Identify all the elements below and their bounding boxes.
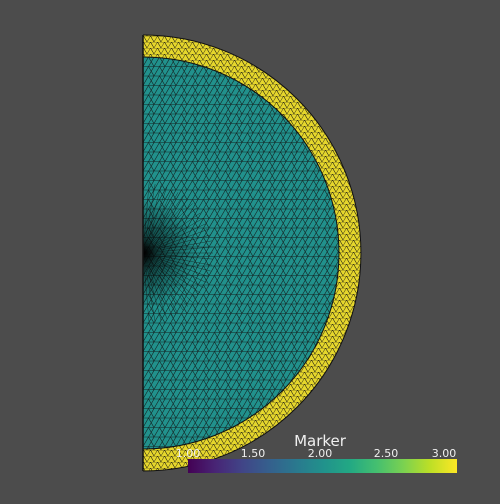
- mesh-render: [142, 34, 362, 472]
- colorbar-gradient: [188, 459, 457, 473]
- inner-region-mesh: [143, 57, 339, 449]
- render-viewport[interactable]: Marker 1.00 1.50 2.00 2.50 3.00: [0, 0, 500, 500]
